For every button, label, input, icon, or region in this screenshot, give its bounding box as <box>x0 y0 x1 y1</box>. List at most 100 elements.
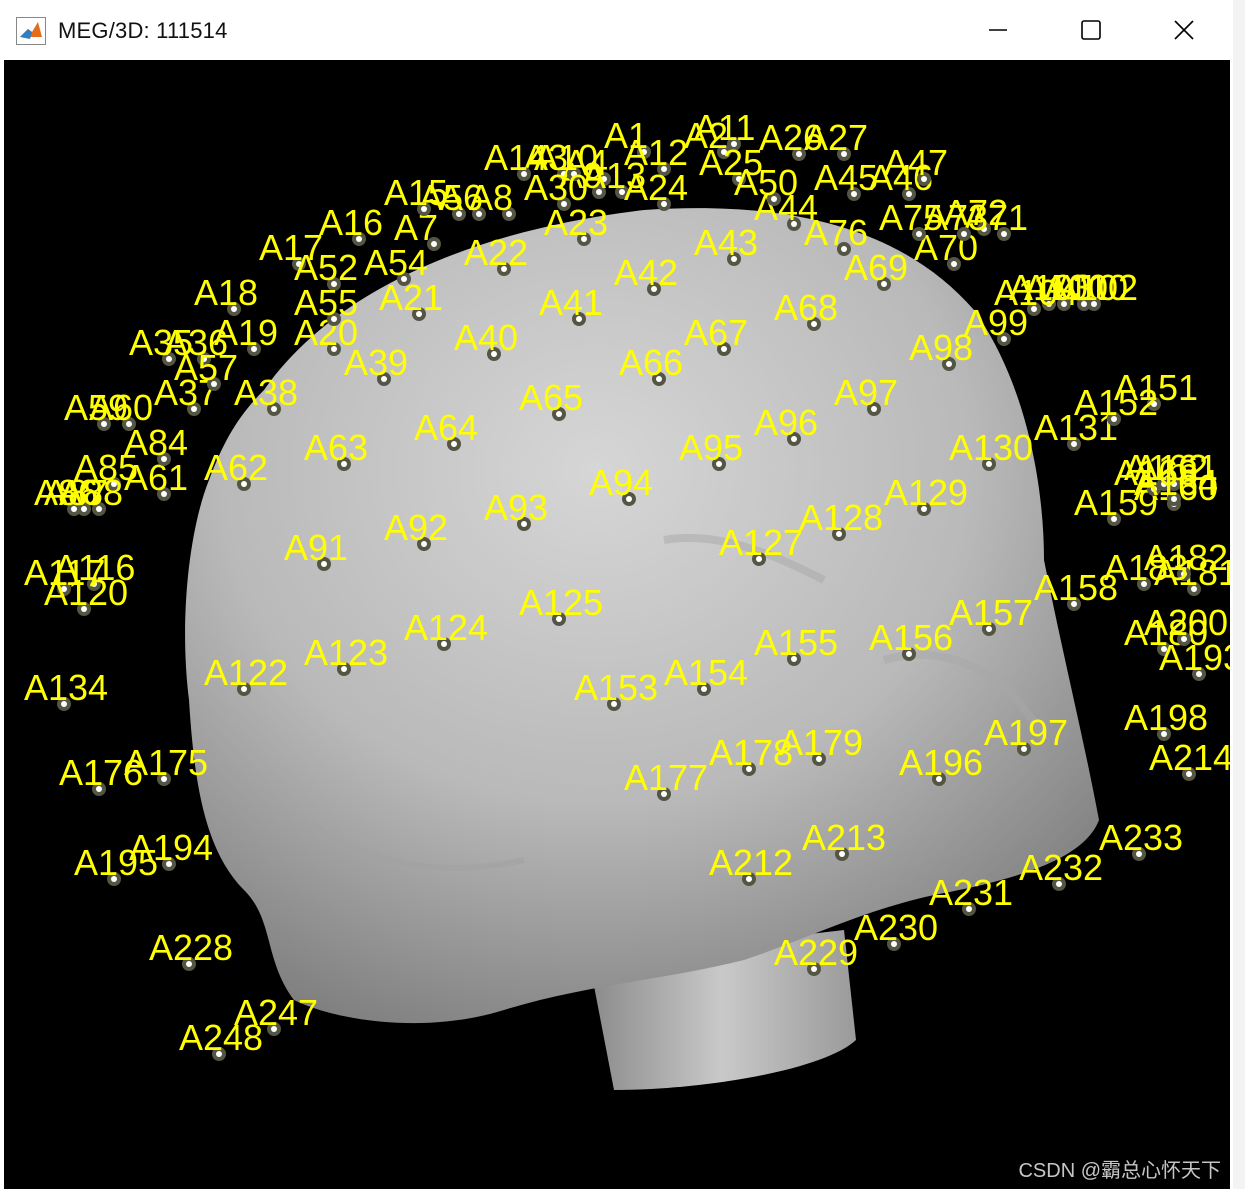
sensor-a195: A195 <box>74 842 158 886</box>
sensor-a193: A193 <box>1159 637 1230 681</box>
sensor-label: A213 <box>802 817 886 858</box>
sensor-a43: A43 <box>694 222 758 266</box>
sensor-label: A75 <box>879 197 943 238</box>
sensor-a231: A231 <box>929 872 1013 916</box>
csdn-watermark: CSDN @霸总心怀天下 <box>1018 1160 1221 1182</box>
sensor-label: A123 <box>304 632 388 673</box>
sensor-label: A157 <box>949 592 1033 633</box>
sensor-a248: A248 <box>179 1017 263 1061</box>
sensor-a156: A156 <box>869 617 953 661</box>
sensor-label: A232 <box>1019 847 1103 888</box>
sensor-a95: A95 <box>679 427 743 471</box>
sensor-label: A153 <box>574 667 658 708</box>
sensor-a214: A214 <box>1149 737 1230 781</box>
sensor-label: A42 <box>614 252 678 293</box>
sensor-label: A155 <box>754 622 838 663</box>
sensor-label: A120 <box>44 572 128 613</box>
close-button[interactable] <box>1138 0 1230 60</box>
sensor-label: A248 <box>179 1017 263 1058</box>
sensor-label: A233 <box>1099 817 1183 858</box>
sensor-label: A228 <box>149 927 233 968</box>
close-icon <box>1174 20 1194 40</box>
sensor-label: A164 <box>1134 462 1218 503</box>
sensor-label: A39 <box>344 342 408 383</box>
sensor-label: A88 <box>59 472 123 513</box>
sensor-a97: A97 <box>834 372 898 416</box>
sensor-label: A57 <box>174 347 238 388</box>
sensor-a40: A40 <box>454 317 518 361</box>
sensor-a57: A57 <box>174 347 238 391</box>
sensor-label: A130 <box>949 427 1033 468</box>
matlab-app-icon <box>16 17 46 45</box>
sensor-a91: A91 <box>284 527 348 571</box>
sensor-label: A62 <box>204 447 268 488</box>
sensor-label: A92 <box>384 507 448 548</box>
sensor-label: A124 <box>404 607 488 648</box>
sensor-a232: A232 <box>1019 847 1103 891</box>
3d-plot-canvas[interactable]: A1 A2 A3 A4 A5 A6 A7 A8 A9 A10 A11 A12 A13 A14 A15 A16 A… <box>4 60 1230 1189</box>
sensor-a124: A124 <box>404 607 488 651</box>
sensor-label: A183 <box>1104 547 1188 588</box>
meg-head-scene[interactable]: A1 A2A3A4A5A6A7A8A9A10A11A12A13A14A15A16A… <box>4 60 1230 1189</box>
sensor-label: A195 <box>74 842 158 883</box>
sensor-label: A50 <box>734 162 798 203</box>
sensor-a22: A22 <box>464 232 528 276</box>
sensor-label: A64 <box>414 407 478 448</box>
sensor-a21: A21 <box>379 277 443 321</box>
sensor-a177: A177 <box>624 757 708 801</box>
sensor-a122: A122 <box>204 652 288 696</box>
sensor-label: A214 <box>1149 737 1230 778</box>
maximize-button[interactable] <box>1045 0 1137 60</box>
title-bar[interactable]: MEG/3D: 111514 <box>0 0 1233 60</box>
sensor-a16: A16 <box>319 202 383 246</box>
sensor-a41: A41 <box>539 282 603 326</box>
sensor-label: A177 <box>624 757 708 798</box>
maximize-icon <box>1081 20 1101 40</box>
sensor-label: A27 <box>804 117 868 158</box>
sensor-label: A67 <box>684 312 748 353</box>
sensor-a164: A164 <box>1134 462 1218 506</box>
sensor-label: A69 <box>844 247 908 288</box>
sensor-label: A231 <box>929 872 1013 913</box>
sensor-a88: A88 <box>59 472 123 516</box>
sensor-label: A97 <box>834 372 898 413</box>
sensor-a66: A66 <box>619 342 683 386</box>
sensor-label: A129 <box>884 472 968 513</box>
sensor-a38: A38 <box>234 372 298 416</box>
sensor-a125: A125 <box>519 582 603 626</box>
sensor-label: A94 <box>589 462 653 503</box>
sensor-a134: A134 <box>24 667 108 711</box>
sensor-a18: A18 <box>194 272 258 316</box>
sensor-label: A38 <box>234 372 298 413</box>
sensor-a68: A68 <box>774 287 838 331</box>
sensor-label: A134 <box>24 667 108 708</box>
sensor-label: A15 <box>384 172 448 213</box>
sensor-a153: A153 <box>574 667 658 711</box>
sensor-a47: A47 <box>884 142 948 186</box>
sensor-label: A229 <box>774 932 858 973</box>
sensor-label: A196 <box>899 742 983 783</box>
sensor-a229: A229 <box>774 932 858 976</box>
sensor-label: A22 <box>464 232 528 273</box>
background-window-edge <box>1233 0 1245 1189</box>
sensor-a64: A64 <box>414 407 478 451</box>
minimize-button[interactable] <box>952 0 1044 60</box>
sensor-label: A23 <box>544 202 608 243</box>
sensor-a54: A54 <box>364 242 428 286</box>
sensor-a67: A67 <box>684 312 748 356</box>
sensor-a128: A128 <box>799 497 883 541</box>
sensor-a94: A94 <box>589 462 653 506</box>
sensor-a130: A130 <box>949 427 1033 471</box>
sensor-label: A125 <box>519 582 603 623</box>
matlab-figure-window: MEG/3D: 111514 A1 A2 A3 A4 A5 A6 A7 A8 A… <box>0 0 1234 1189</box>
sensor-a212: A212 <box>709 842 793 886</box>
sensor-label: A63 <box>304 427 368 468</box>
sensor-label: A179 <box>779 722 863 763</box>
sensor-label: A197 <box>984 712 1068 753</box>
sensor-a183: A183 <box>1104 547 1188 591</box>
sensor-a39: A39 <box>344 342 408 386</box>
sensor-a62: A62 <box>204 447 268 491</box>
sensor-a213: A213 <box>802 817 886 861</box>
sensor-a23: A23 <box>544 202 608 246</box>
sensor-label: A93 <box>484 487 548 528</box>
